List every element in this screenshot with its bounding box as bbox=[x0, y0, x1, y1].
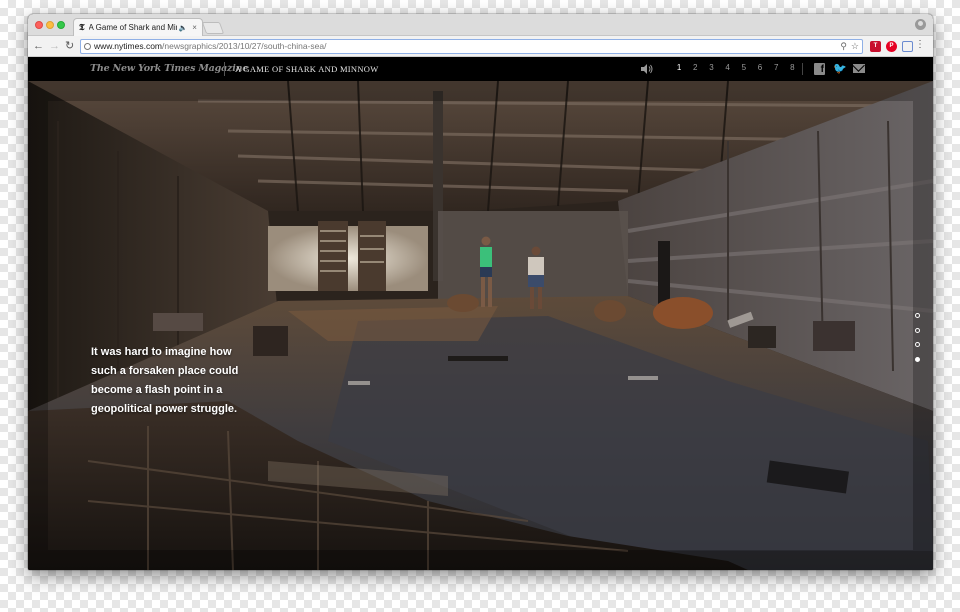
maximize-window-button[interactable] bbox=[57, 21, 65, 29]
reload-button[interactable]: ↻ bbox=[65, 39, 74, 53]
info-icon[interactable] bbox=[84, 43, 91, 50]
chapter-link-7[interactable]: 7 bbox=[768, 63, 784, 72]
nyt-favicon-icon: 𝕿 bbox=[79, 22, 85, 33]
menu-icon[interactable]: ⋮ bbox=[915, 39, 925, 50]
close-icon[interactable]: × bbox=[192, 23, 197, 32]
cast-icon[interactable] bbox=[902, 41, 913, 52]
section-dot-2[interactable] bbox=[915, 327, 920, 333]
section-dot-1[interactable] bbox=[915, 313, 920, 318]
forward-button[interactable]: → bbox=[49, 39, 60, 53]
browser-tab[interactable]: 𝕿 A Game of Shark and Minn 🔈 × bbox=[73, 18, 203, 36]
back-button[interactable]: ← bbox=[33, 39, 44, 53]
story-title[interactable]: A GAME OF SHARK AND MINNOW bbox=[235, 64, 379, 74]
chapter-nav: 12345678 bbox=[671, 63, 801, 72]
web-page: The New York Times Magazine A GAME OF SH… bbox=[28, 57, 933, 570]
browser-toolbar: ← → ↻ www.nytimes.com/newsgraphics/2013/… bbox=[28, 36, 933, 57]
address-bar[interactable]: www.nytimes.com/newsgraphics/2013/10/27/… bbox=[80, 39, 863, 54]
header-divider bbox=[224, 62, 225, 76]
email-icon[interactable] bbox=[853, 64, 865, 73]
nyt-extension-icon[interactable]: T bbox=[870, 41, 881, 52]
minimize-window-button[interactable] bbox=[46, 21, 54, 29]
close-window-button[interactable] bbox=[35, 21, 43, 29]
shipwreck-interior-image bbox=[28, 81, 933, 570]
zoom-icon[interactable]: ⚲ bbox=[840, 40, 847, 53]
browser-window: 𝕿 A Game of Shark and Minn 🔈 × ← → ↻ www… bbox=[28, 14, 933, 570]
url-path: /newsgraphics/2013/10/27/south-china-sea… bbox=[162, 41, 327, 51]
hero-photo: It was hard to imagine how such a forsak… bbox=[28, 81, 933, 570]
chapter-link-3[interactable]: 3 bbox=[703, 63, 719, 72]
chapter-link-8[interactable]: 8 bbox=[784, 63, 800, 72]
chapter-link-4[interactable]: 4 bbox=[720, 63, 736, 72]
speaker-icon[interactable]: 🔈 bbox=[179, 24, 188, 32]
url-host: www.nytimes.com bbox=[94, 41, 163, 51]
chapter-link-5[interactable]: 5 bbox=[736, 63, 752, 72]
facebook-icon[interactable]: f bbox=[814, 63, 825, 75]
tab-strip: 𝕿 A Game of Shark and Minn 🔈 × bbox=[28, 14, 933, 36]
chapter-link-2[interactable]: 2 bbox=[687, 63, 703, 72]
hero-caption: It was hard to imagine how such a forsak… bbox=[91, 346, 239, 415]
tab-title: A Game of Shark and Minn bbox=[88, 23, 177, 32]
chapter-link-1[interactable]: 1 bbox=[671, 63, 687, 72]
sound-icon[interactable] bbox=[641, 64, 653, 74]
header-separator bbox=[802, 63, 803, 75]
section-dot-4[interactable] bbox=[915, 356, 920, 362]
chapter-link-6[interactable]: 6 bbox=[752, 63, 768, 72]
page-header: The New York Times Magazine A GAME OF SH… bbox=[28, 57, 933, 81]
profile-icon[interactable] bbox=[915, 19, 926, 30]
twitter-icon[interactable]: 🐦 bbox=[833, 63, 847, 75]
new-tab-button[interactable] bbox=[201, 22, 225, 34]
bookmark-star-icon[interactable]: ☆ bbox=[851, 40, 859, 53]
section-dots-nav bbox=[915, 313, 920, 371]
pinterest-icon[interactable]: P bbox=[886, 41, 897, 52]
section-dot-3[interactable] bbox=[915, 342, 920, 347]
